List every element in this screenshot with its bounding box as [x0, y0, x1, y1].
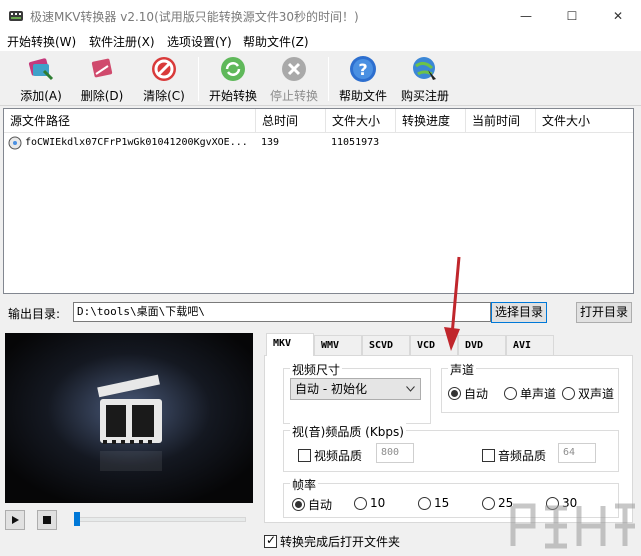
cell-progress [401, 134, 465, 152]
title-bar: 极速MKV转换器 v2.10(试用版只能转换源文件30秒的时间！) — ☐ ✕ [0, 0, 641, 31]
audio-channel-group: 声道 自动 单声道 双声道 [441, 361, 619, 413]
svg-text:?: ? [358, 60, 367, 79]
minimize-icon: — [520, 8, 532, 23]
play-icon [12, 516, 19, 524]
globe-cart-icon [413, 57, 436, 80]
toolbar-separator [198, 57, 199, 101]
cell-total-time: 139 [261, 137, 280, 148]
menu-help[interactable]: 帮助文件(Z) [243, 33, 309, 50]
checkbox-checked-icon [264, 533, 277, 548]
channel-mono-radio[interactable]: 单声道 [504, 385, 556, 402]
menu-register[interactable]: 软件注册(X) [89, 33, 155, 50]
video-size-title: 视频尺寸 [290, 361, 343, 378]
maximize-icon: ☐ [566, 8, 578, 23]
cell-source-path: foCWIEkdlx07CFrP1wGk01041200KgvXOE... [25, 137, 248, 148]
clear-button[interactable]: 清除(C) [136, 54, 192, 104]
tab-wmv[interactable]: WMV [314, 335, 362, 355]
delete-button[interactable]: 删除(D) [73, 54, 131, 104]
radio-unchecked-icon [504, 387, 517, 400]
audio-quality-checkbox[interactable]: 音频品质 [482, 447, 546, 464]
stop-playback-button[interactable] [37, 510, 57, 530]
framerate-10-radio[interactable]: 10 [354, 496, 385, 510]
annotation-arrow-icon [444, 256, 461, 351]
cell-current-time [471, 134, 535, 152]
convert-icon [221, 57, 245, 81]
maximize-button[interactable]: ☐ [549, 0, 595, 31]
framerate-auto-radio[interactable]: 自动 [292, 496, 332, 513]
seek-slider-track[interactable] [74, 517, 246, 522]
choose-dir-button[interactable]: 选择目录 [491, 302, 547, 323]
toolbar: 添加(A) 删除(D) 清除(C) 开始转换 停止转换 ? 帮助文件 购买注册 [0, 51, 641, 106]
quality-title: 视(音)频品质 (Kbps) [290, 423, 406, 440]
video-quality-checkbox[interactable]: 视频品质 [298, 447, 362, 464]
app-icon [9, 11, 23, 21]
menu-options[interactable]: 选项设置(Y) [167, 33, 232, 50]
cell-file-size: 11051973 [331, 137, 380, 148]
tab-mkv[interactable]: MKV [266, 333, 314, 356]
delete-file-icon [91, 58, 113, 78]
add-button[interactable]: 添加(A) [12, 54, 70, 104]
radio-unchecked-icon [482, 496, 495, 510]
stop-square-icon [43, 516, 51, 524]
minimize-button[interactable]: — [503, 0, 549, 31]
checkbox-icon [482, 449, 495, 462]
video-file-icon [8, 136, 22, 150]
column-header-source-path[interactable]: 源文件路径 [4, 109, 256, 133]
toolbar-separator [328, 57, 329, 101]
file-list[interactable]: 源文件路径 总时间 文件大小 转换进度 当前时间 文件大小 foCWIEkdlx… [3, 108, 634, 294]
radio-unchecked-icon [418, 496, 431, 510]
format-tabs: MKV WMV SCVD VCD DVD AVI 视频尺寸 自动 - 初始化 声… [264, 333, 633, 523]
column-header-file-size[interactable]: 文件大小 [326, 109, 396, 133]
checkbox-icon [298, 449, 311, 462]
column-header-progress[interactable]: 转换进度 [396, 109, 466, 133]
output-dir-field[interactable]: D:\tools\桌面\下载吧\ [73, 302, 491, 322]
open-folder-after-checkbox[interactable]: 转换完成后打开文件夹 [264, 533, 400, 550]
close-button[interactable]: ✕ [595, 0, 641, 31]
framerate-15-radio[interactable]: 15 [418, 496, 449, 510]
framerate-title: 帧率 [290, 476, 319, 493]
watermark-logo [510, 503, 635, 549]
video-preview [5, 333, 253, 503]
video-quality-input[interactable]: 800 [376, 443, 414, 463]
channel-stereo-radio[interactable]: 双声道 [562, 385, 614, 402]
radio-unchecked-icon [354, 496, 367, 510]
cell-output-size [541, 134, 631, 152]
table-row[interactable]: foCWIEkdlx07CFrP1wGk01041200KgvXOE... 13… [4, 134, 633, 152]
menu-start-convert[interactable]: 开始转换(W) [7, 33, 76, 50]
tab-avi[interactable]: AVI [506, 335, 554, 355]
start-convert-button[interactable]: 开始转换 [204, 54, 262, 104]
channel-auto-radio[interactable]: 自动 [448, 385, 488, 402]
quality-group: 视(音)频品质 (Kbps) 视频品质 800 音频品质 64 [283, 423, 619, 472]
menu-bar: 开始转换(W) 软件注册(X) 选项设置(Y) 帮助文件(Z) [0, 31, 641, 51]
column-header-output-size[interactable]: 文件大小 [536, 109, 633, 133]
stop-convert-button[interactable]: 停止转换 [266, 54, 322, 104]
column-header-total-time[interactable]: 总时间 [256, 109, 326, 133]
video-size-group: 视频尺寸 自动 - 初始化 [283, 361, 431, 424]
radio-checked-icon [292, 498, 305, 511]
clear-icon [152, 57, 176, 81]
play-button[interactable] [5, 510, 25, 530]
output-dir-label: 输出目录: [8, 307, 61, 321]
close-icon: ✕ [612, 8, 624, 23]
open-dir-button[interactable]: 打开目录 [576, 302, 632, 323]
stop-icon [282, 57, 306, 81]
tab-scvd[interactable]: SCVD [362, 335, 410, 355]
film-clapper-icon [5, 333, 253, 503]
window-title: 极速MKV转换器 v2.10(试用版只能转换源文件30秒的时间！) [30, 10, 359, 24]
radio-checked-icon [448, 387, 461, 400]
radio-unchecked-icon [562, 387, 575, 400]
help-button[interactable]: ? 帮助文件 [334, 54, 392, 104]
column-header-current-time[interactable]: 当前时间 [466, 109, 536, 133]
chevron-down-icon [406, 386, 415, 392]
file-list-header: 源文件路径 总时间 文件大小 转换进度 当前时间 文件大小 [4, 109, 633, 133]
seek-slider-thumb[interactable] [74, 512, 80, 526]
add-file-icon [28, 58, 54, 81]
register-button[interactable]: 购买注册 [396, 54, 454, 104]
video-size-select[interactable]: 自动 - 初始化 [290, 378, 421, 400]
audio-quality-input[interactable]: 64 [558, 443, 596, 463]
audio-channel-title: 声道 [448, 361, 477, 378]
help-icon: ? [350, 56, 376, 82]
